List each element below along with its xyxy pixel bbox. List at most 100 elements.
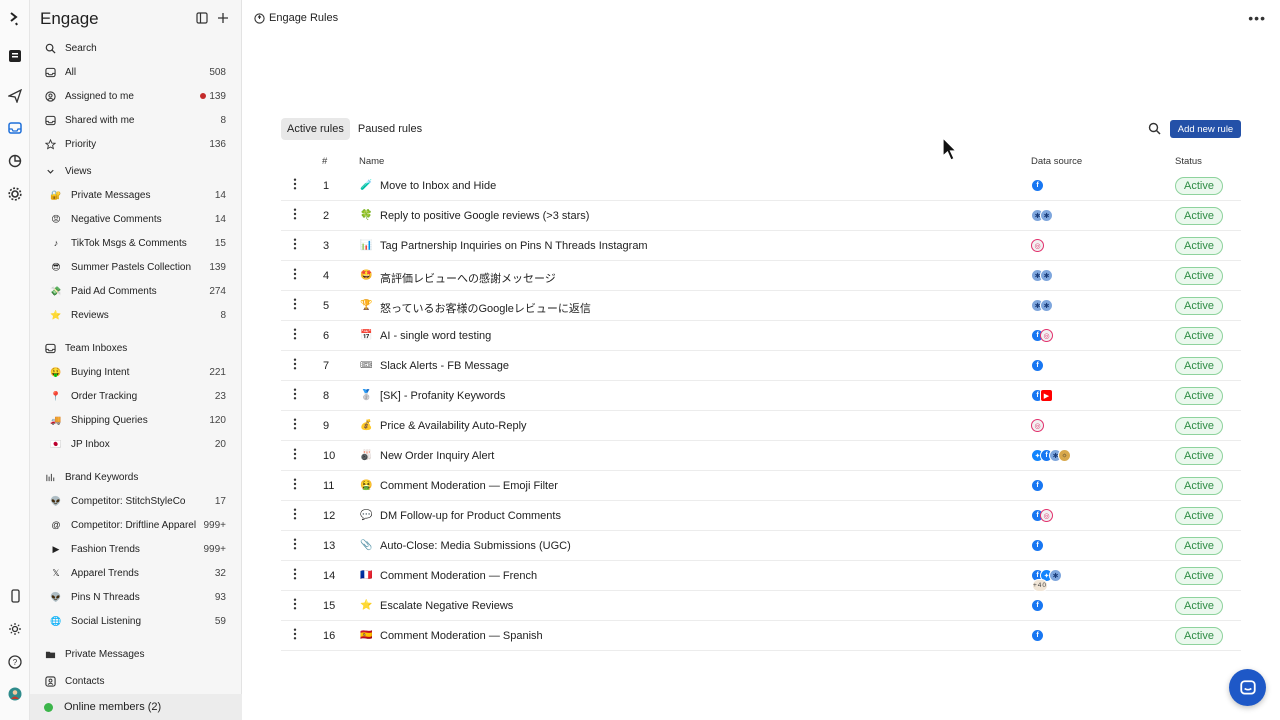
rule-row[interactable]: 1 🧪 Move to Inbox and Hide f Active <box>281 171 1241 201</box>
user-avatar[interactable] <box>7 686 23 702</box>
rule-name[interactable]: Comment Moderation — Spanish <box>380 630 543 642</box>
row-menu-icon[interactable] <box>291 598 299 612</box>
sidebar-brand-item[interactable]: 𝕏 Apparel Trends 32 <box>30 563 242 583</box>
rule-name[interactable]: Comment Moderation — French <box>380 570 537 582</box>
tab-paused-rules[interactable]: Paused rules <box>352 118 428 140</box>
brand-keyword-icon: 🌐 <box>50 615 62 626</box>
team-inboxes-section-header[interactable]: Team Inboxes <box>30 338 242 358</box>
row-menu-icon[interactable] <box>291 178 299 192</box>
online-members[interactable]: Online members (2) <box>30 694 242 720</box>
rule-name[interactable]: 高評価レビューへの感謝メッセージ <box>380 270 556 286</box>
rule-row[interactable]: 11 🤮 Comment Moderation — Emoji Filter f Act… <box>281 471 1241 501</box>
add-new-rule-button[interactable]: Add new rule <box>1170 120 1241 138</box>
user-circle-icon <box>44 90 56 102</box>
rule-row[interactable]: 8 🥈 [SK] - Profanity Keywords f ▶ Active <box>281 381 1241 411</box>
row-menu-icon[interactable] <box>291 298 299 312</box>
sidebar-team-item[interactable]: 🚚 Shipping Queries 120 <box>30 410 242 430</box>
help-icon[interactable]: ? <box>7 654 23 670</box>
sidebar-team-item[interactable]: 🤑 Buying Intent 221 <box>30 362 242 382</box>
more-options-icon[interactable]: ••• <box>1248 10 1266 26</box>
row-menu-icon[interactable] <box>291 208 299 222</box>
sidebar-item-contacts[interactable]: Contacts <box>30 671 242 691</box>
sidebar-view-item[interactable]: ⭐ Reviews 8 <box>30 305 242 325</box>
rule-name[interactable]: Reply to positive Google reviews (>3 sta… <box>380 210 589 222</box>
sidebar-item-count: 508 <box>209 66 226 78</box>
rule-name[interactable]: New Order Inquiry Alert <box>380 450 494 462</box>
search-rules-icon[interactable] <box>1148 122 1161 135</box>
sidebar-brand-item[interactable]: 🌐 Social Listening 59 <box>30 611 242 631</box>
row-menu-icon[interactable] <box>291 448 299 462</box>
mobile-icon[interactable] <box>7 588 23 604</box>
sidebar-brand-item[interactable]: 👽 Competitor: StitchStyleCo 17 <box>30 491 242 511</box>
rule-row[interactable]: 4 🤩 高評価レビューへの感謝メッセージ ✱ ✱ Active <box>281 261 1241 291</box>
add-icon[interactable] <box>217 12 229 24</box>
rule-name[interactable]: DM Follow-up for Product Comments <box>380 510 561 522</box>
row-menu-icon[interactable] <box>291 538 299 552</box>
analytics-icon[interactable] <box>7 153 23 169</box>
rule-name[interactable]: Move to Inbox and Hide <box>380 180 496 192</box>
chat-support-button[interactable] <box>1229 669 1266 706</box>
rule-row[interactable]: 12 💬 DM Follow-up for Product Comments f ◎ Ac… <box>281 501 1241 531</box>
send-icon[interactable] <box>7 88 23 104</box>
rule-name[interactable]: Tag Partnership Inquiries on Pins N Thre… <box>380 240 648 252</box>
views-section-header[interactable]: Views <box>30 161 242 181</box>
view-emoji-icon: 🔐 <box>50 189 62 200</box>
rule-row[interactable]: 3 📊 Tag Partnership Inquiries on Pins N Th… <box>281 231 1241 261</box>
sidebar-item-private-messages[interactable]: Private Messages <box>30 644 242 664</box>
row-menu-icon[interactable] <box>291 508 299 522</box>
rule-name[interactable]: Slack Alerts - FB Message <box>380 360 509 372</box>
rule-emoji-icon: 💬 <box>360 510 373 521</box>
sidebar-view-item[interactable]: 💸 Paid Ad Comments 274 <box>30 281 242 301</box>
sidebar-view-item[interactable]: 😎 Summer Pastels Collection 139 <box>30 257 242 277</box>
inbox-rail-icon[interactable] <box>7 120 23 136</box>
rule-name[interactable]: Auto-Close: Media Submissions (UGC) <box>380 540 571 552</box>
sidebar-team-item[interactable]: 📍 Order Tracking 23 <box>30 386 242 406</box>
rule-row[interactable]: 6 📅 AI - single word testing f ◎ Active <box>281 321 1241 351</box>
rule-row[interactable]: 5 🏆 怒っているお客様のGoogleレビューに返信 ✱ ✱ Active <box>281 291 1241 321</box>
row-menu-icon[interactable] <box>291 268 299 282</box>
publish-icon[interactable] <box>7 48 23 64</box>
rule-name[interactable]: Price & Availability Auto-Reply <box>380 420 527 432</box>
sidebar-view-item[interactable]: 😡 Negative Comments 14 <box>30 209 242 229</box>
row-menu-icon[interactable] <box>291 478 299 492</box>
rule-row[interactable]: 16 🇪🇸 Comment Moderation — Spanish f Active <box>281 621 1241 651</box>
sidebar-view-item[interactable]: 🔐 Private Messages 14 <box>30 185 242 205</box>
row-menu-icon[interactable] <box>291 568 299 582</box>
rule-row[interactable]: 13 📎 Auto-Close: Media Submissions (UGC) f A… <box>281 531 1241 561</box>
row-menu-icon[interactable] <box>291 388 299 402</box>
sidebar-view-item[interactable]: ♪ TikTok Msgs & Comments 15 <box>30 233 242 253</box>
sidebar-item-assigned-to-me[interactable]: Assigned to me 139 <box>30 86 242 106</box>
row-menu-icon[interactable] <box>291 628 299 642</box>
row-menu-icon[interactable] <box>291 238 299 252</box>
rule-name[interactable]: Escalate Negative Reviews <box>380 600 513 612</box>
rule-row[interactable]: 10 🎳 New Order Inquiry Alert ✦ f ✱ ☼ Active <box>281 441 1241 471</box>
rule-name[interactable]: Comment Moderation — Emoji Filter <box>380 480 558 492</box>
rule-row[interactable]: 15 ⭐ Escalate Negative Reviews f Active <box>281 591 1241 621</box>
sidebar-brand-item[interactable]: ▶ Fashion Trends 999+ <box>30 539 242 559</box>
sidebar-item-priority[interactable]: Priority 136 <box>30 134 242 154</box>
brand-keywords-section-header[interactable]: Brand Keywords <box>30 467 242 487</box>
rule-name[interactable]: AI - single word testing <box>380 330 491 342</box>
rule-row[interactable]: 2 🍀 Reply to positive Google reviews (>3 s… <box>281 201 1241 231</box>
settings-gear-icon[interactable] <box>7 186 23 202</box>
sidebar-item-count: 139 <box>209 261 226 273</box>
sidebar-team-item[interactable]: 🇯🇵 JP Inbox 20 <box>30 434 242 454</box>
brand-logo-icon[interactable] <box>7 11 23 27</box>
sidebar-brand-item[interactable]: 👽 Pins N Threads 93 <box>30 587 242 607</box>
sidebar-item-search[interactable]: Search <box>30 38 242 58</box>
row-menu-icon[interactable] <box>291 328 299 342</box>
sidebar-item-all[interactable]: All 508 <box>30 62 242 82</box>
rule-row[interactable]: 7 🎟 Slack Alerts - FB Message f Active <box>281 351 1241 381</box>
rule-row[interactable]: 9 💰 Price & Availability Auto-Reply ◎ Active <box>281 411 1241 441</box>
sidebar-item-shared-with-me[interactable]: Shared with me 8 <box>30 110 242 130</box>
tab-active-rules[interactable]: Active rules <box>281 118 350 140</box>
sidebar-brand-item[interactable]: @ Competitor: Driftline Apparel 999+ <box>30 515 242 535</box>
rule-name[interactable]: [SK] - Profanity Keywords <box>380 390 505 402</box>
sidebar-item-count: 120 <box>209 414 226 426</box>
row-menu-icon[interactable] <box>291 358 299 372</box>
theme-sun-icon[interactable] <box>7 621 23 637</box>
rule-row[interactable]: 14 🇫🇷 Comment Moderation — French f ✦ ✱ +40 Act… <box>281 561 1241 592</box>
rule-name[interactable]: 怒っているお客様のGoogleレビューに返信 <box>380 300 591 316</box>
toggle-sidebar-icon[interactable] <box>196 12 208 24</box>
row-menu-icon[interactable] <box>291 418 299 432</box>
